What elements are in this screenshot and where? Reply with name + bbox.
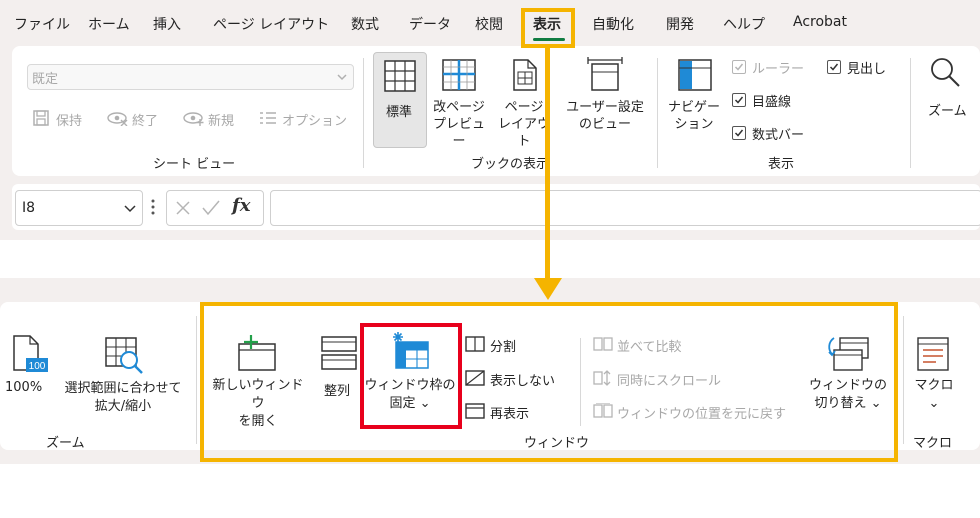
freeze-panes-highlight [360, 323, 462, 429]
chevron-down-icon [124, 205, 136, 213]
zoom-to-selection-icon [105, 337, 143, 374]
arrow-down-icon [534, 278, 562, 300]
new-button[interactable]: 新規 [208, 110, 234, 129]
options-icon [260, 112, 276, 124]
arrow-shaft [545, 48, 550, 278]
insert-function-icon[interactable]: fx [232, 195, 250, 216]
custom-views-button[interactable]: ユーザー設定 のビュー [560, 52, 650, 146]
page-break-preview-button[interactable]: 改ページ プレビュー [429, 52, 489, 149]
zoom-100-icon: 100 [13, 335, 48, 372]
zoom-selection-label: 選択範囲に合わせて 拡大/縮小 [64, 381, 182, 414]
page-break-preview-icon [442, 59, 476, 91]
zoom-100-button[interactable]: 100 100% [4, 330, 54, 420]
more-options-icon[interactable] [150, 198, 156, 216]
check-icon [734, 129, 744, 137]
top-ribbon-screenshot: ファイル ホーム 挿入 ページ レイアウト 数式 データ 校閲 表示 自動化 開… [0, 0, 980, 280]
group-divider [196, 316, 197, 444]
navigation-button[interactable]: ナビゲー ション [665, 52, 723, 146]
formula-actions: fx [166, 190, 264, 226]
name-box[interactable]: I8 [15, 190, 143, 226]
navigation-label: ナビゲー ション [667, 100, 720, 132]
sheet-view-dropdown-value: 既定 [32, 72, 59, 87]
tab-automate[interactable]: 自動化 [592, 14, 634, 34]
zoom-selection-button[interactable]: 選択範囲に合わせて 拡大/縮小 [56, 330, 190, 420]
exit-view-icon [107, 112, 128, 126]
macros-icon [917, 337, 949, 371]
ruler-label: ルーラー [752, 62, 805, 77]
macros-label: マクロ ⌄ [914, 378, 954, 411]
enter-icon[interactable] [202, 200, 220, 216]
keep-icon [33, 110, 49, 126]
workbook-views-group-label: ブックの表示 [471, 157, 550, 172]
sheet-view-dropdown[interactable]: 既定 [27, 64, 354, 90]
exit-button[interactable]: 終了 [132, 110, 158, 129]
sheet-view-group-label: シート ビュー [153, 157, 236, 172]
keep-button[interactable]: 保持 [56, 110, 82, 129]
group-divider [903, 316, 904, 444]
group-divider [910, 58, 911, 168]
headings-label: 見出し [847, 62, 887, 77]
view-tab-highlight [521, 8, 575, 48]
check-icon [829, 63, 839, 71]
check-icon [734, 96, 744, 104]
show-group-label: 表示 [768, 157, 795, 172]
sheet-area-top [0, 240, 980, 278]
navigation-icon [678, 59, 712, 91]
options-button[interactable]: オプション [282, 110, 347, 129]
normal-view-button[interactable]: 標準 [373, 52, 427, 148]
gridlines-label: 目盛線 [752, 95, 792, 110]
ruler-checkbox[interactable] [732, 60, 746, 74]
chevron-down-icon [337, 74, 347, 81]
headings-checkbox[interactable] [827, 60, 841, 74]
tab-file[interactable]: ファイル [14, 14, 70, 34]
window-group-highlight [200, 302, 898, 462]
tab-review[interactable]: 校閲 [475, 14, 503, 34]
formula-bar-checkbox[interactable] [732, 126, 746, 140]
tab-developer[interactable]: 開発 [666, 14, 694, 34]
normal-view-icon [384, 60, 416, 92]
formula-input[interactable] [270, 190, 980, 226]
custom-views-icon [587, 57, 623, 91]
search-icon [931, 58, 960, 87]
normal-view-label: 標準 [386, 105, 413, 120]
tab-data[interactable]: データ [409, 14, 451, 34]
macro-group-label: マクロ [913, 436, 953, 451]
check-icon [734, 63, 744, 71]
tab-page-layout[interactable]: ページ レイアウト [213, 14, 329, 34]
tab-insert[interactable]: 挿入 [153, 14, 181, 34]
tab-acrobat[interactable]: Acrobat [793, 14, 847, 30]
page-break-preview-label: 改ページ プレビュー [432, 100, 485, 149]
gridlines-checkbox[interactable] [732, 93, 746, 107]
tab-formulas[interactable]: 数式 [351, 14, 379, 34]
group-divider [657, 58, 658, 168]
zoom-group-label: ズーム [46, 436, 85, 451]
custom-views-label: ユーザー設定 のビュー [566, 100, 644, 132]
tab-home[interactable]: ホーム [88, 14, 130, 34]
macros-button[interactable]: マクロ ⌄ [910, 330, 958, 420]
sheet-area-bottom [0, 464, 980, 518]
page-layout-icon [513, 59, 537, 91]
name-box-value: I8 [22, 200, 36, 216]
group-divider [363, 58, 364, 168]
cancel-icon[interactable] [175, 200, 191, 216]
new-view-icon [183, 112, 204, 126]
formula-bar-label: 数式バー [752, 128, 805, 143]
zoom-100-icon-text: 100 [29, 361, 46, 372]
zoom-100-label: 100% [5, 380, 43, 395]
zoom-button-top[interactable]: ズーム [928, 100, 967, 119]
tab-help[interactable]: ヘルプ [723, 14, 765, 34]
